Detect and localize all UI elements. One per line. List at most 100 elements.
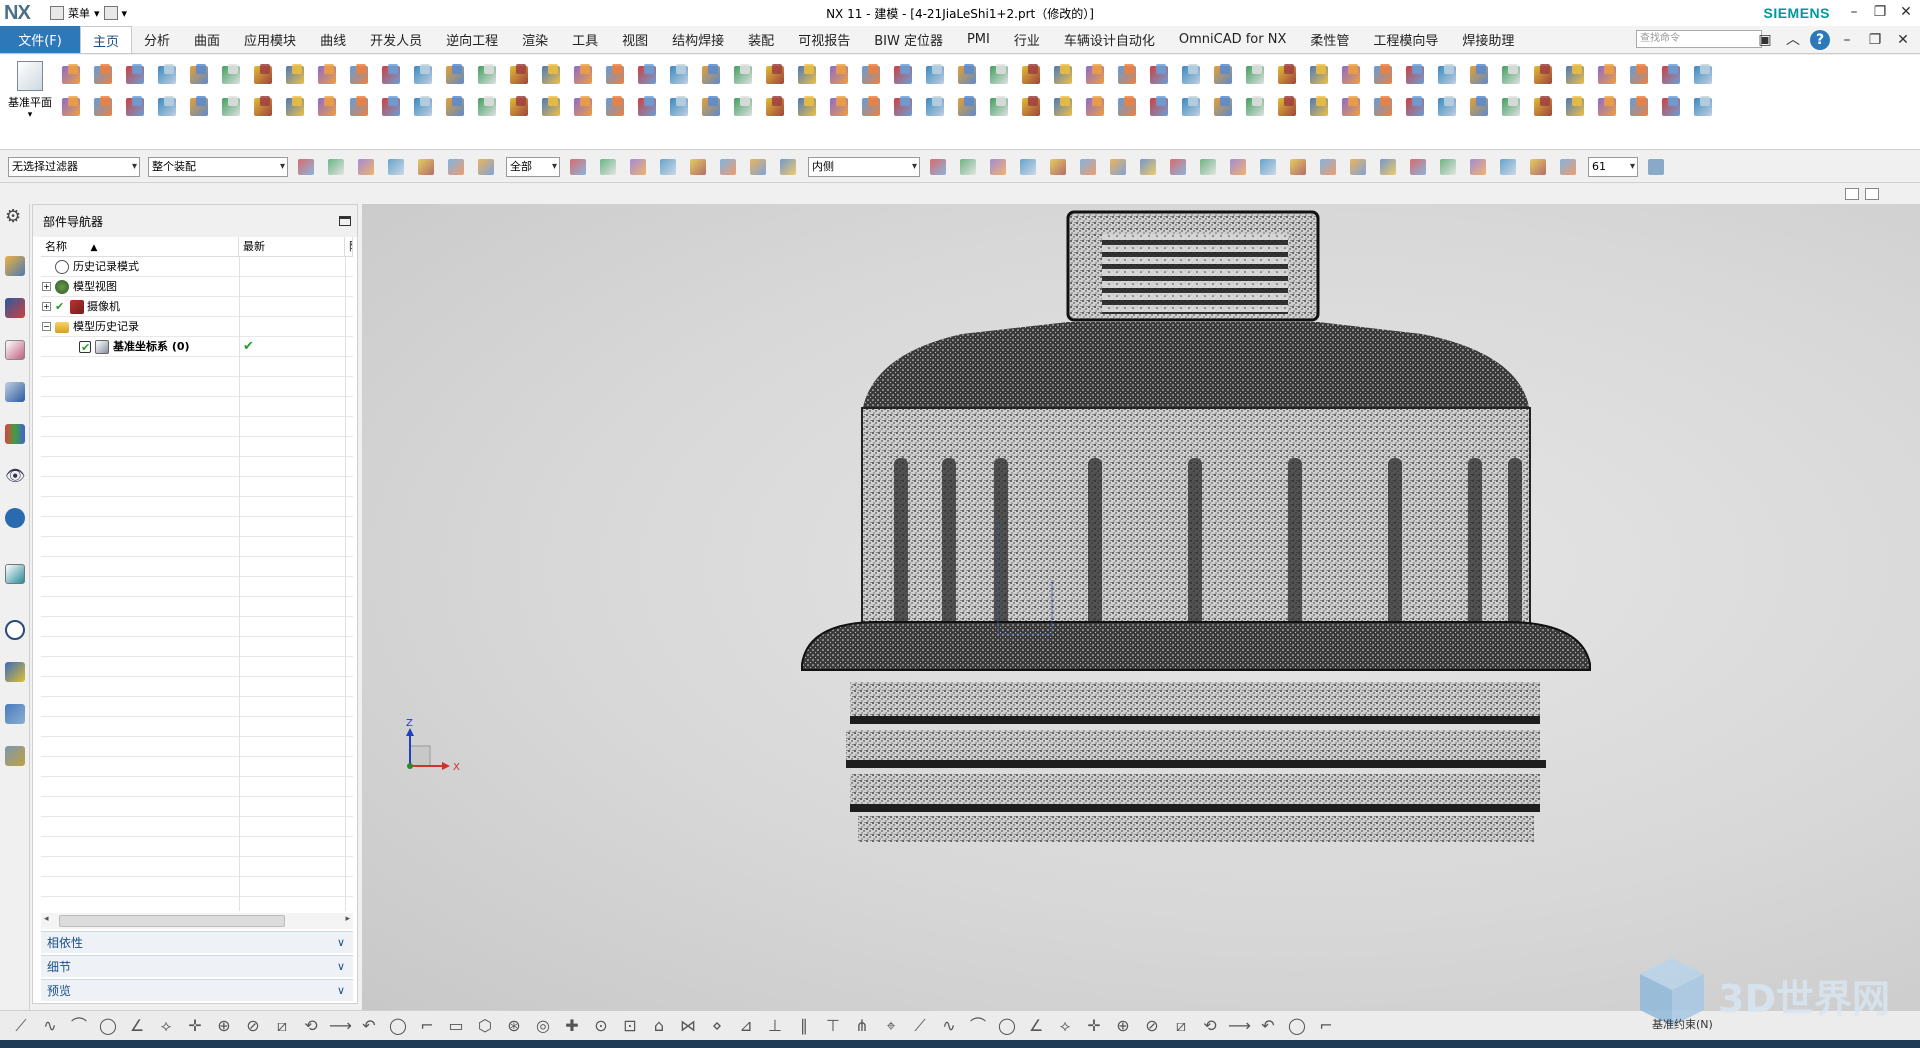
sketch-tool-icon-3[interactable]: ⌒: [68, 1015, 90, 1037]
sketch-tool-icon-10[interactable]: ⧄: [271, 1015, 293, 1037]
ribbon-row2-command-icon-30[interactable]: [986, 94, 1012, 120]
selection-tool-icon-6[interactable]: [444, 155, 468, 179]
sketch-tool-icon-13[interactable]: ↶: [358, 1015, 380, 1037]
ribbon-row1-command-icon-36[interactable]: [1178, 62, 1204, 88]
tree-row-model-views[interactable]: + 模型视图: [41, 277, 353, 297]
sketch-tool-icon-2[interactable]: ∿: [39, 1015, 61, 1037]
ribbon-row2-command-icon-43[interactable]: [1402, 94, 1428, 120]
menu-icon[interactable]: [50, 6, 64, 20]
tree-row-datum-csys[interactable]: ✔ 基准坐标系 (0) ✔: [41, 337, 353, 357]
expand-icon[interactable]: +: [42, 282, 51, 291]
ribbon-row2-command-icon-52[interactable]: [1690, 94, 1716, 120]
tab-7[interactable]: 渲染: [510, 26, 560, 53]
sketch-tool-icon-15[interactable]: ⌐: [416, 1015, 438, 1037]
ribbon-row2-command-icon-33[interactable]: [1082, 94, 1108, 120]
part-navigator-icon[interactable]: [5, 340, 27, 362]
tab-3[interactable]: 应用模块: [232, 26, 308, 53]
ribbon-row2-command-icon-15[interactable]: [506, 94, 532, 120]
ribbon-row1-command-icon-34[interactable]: [1114, 62, 1140, 88]
render-tool-icon-8[interactable]: [1136, 155, 1160, 179]
ribbon-row1-command-icon-49[interactable]: [1594, 62, 1620, 88]
ribbon-row2-command-icon-41[interactable]: [1338, 94, 1364, 120]
column-name[interactable]: 名称 ▲: [41, 237, 239, 256]
ribbon-row1-command-icon-24[interactable]: [794, 62, 820, 88]
ribbon-row1-command-icon-37[interactable]: [1210, 62, 1236, 88]
scroll-left-icon[interactable]: ◂: [44, 914, 49, 924]
sketch-tool-icon-32[interactable]: ⟋: [909, 1015, 931, 1037]
tab-11[interactable]: 装配: [736, 26, 786, 53]
ribbon-row2-command-icon-1[interactable]: [58, 94, 84, 120]
ribbon-row2-command-icon-22[interactable]: [730, 94, 756, 120]
ribbon-row2-command-icon-38[interactable]: [1242, 94, 1268, 120]
ribbon-row1-command-icon-38[interactable]: [1242, 62, 1268, 88]
ribbon-row1-command-icon-29[interactable]: [954, 62, 980, 88]
ribbon-row2-command-icon-10[interactable]: [346, 94, 372, 120]
ribbon-row1-command-icon-28[interactable]: [922, 62, 948, 88]
render-tool-icon-7[interactable]: [1106, 155, 1130, 179]
column-up-to-date[interactable]: 最新: [239, 237, 345, 256]
ribbon-row2-command-icon-2[interactable]: [90, 94, 116, 120]
sketch-tool-icon-8[interactable]: ⊕: [213, 1015, 235, 1037]
tab-14[interactable]: PMI: [955, 26, 1002, 53]
selection-filter-dropdown[interactable]: 无选择过滤器: [8, 156, 140, 177]
snap-tool-icon-4[interactable]: [656, 155, 680, 179]
sketch-tool-icon-23[interactable]: ⌂: [648, 1015, 670, 1037]
sketch-tool-icon-46[interactable]: ⌐: [1315, 1015, 1337, 1037]
tab-4[interactable]: 曲线: [308, 26, 358, 53]
ribbon-row1-command-icon-47[interactable]: [1530, 62, 1556, 88]
reuse-library-icon[interactable]: [5, 382, 27, 404]
render-tool-icon-11[interactable]: [1226, 155, 1250, 179]
sketch-tool-icon-40[interactable]: ⊘: [1141, 1015, 1163, 1037]
tab-16[interactable]: 车辆设计自动化: [1052, 26, 1167, 53]
tab-20[interactable]: 焊接助理: [1450, 26, 1526, 53]
sketch-tool-icon-5[interactable]: ∠: [126, 1015, 148, 1037]
ribbon-row2-command-icon-35[interactable]: [1146, 94, 1172, 120]
close-icon[interactable]: ✕: [1892, 29, 1914, 51]
close-icon[interactable]: ✕: [1896, 2, 1916, 22]
render-tool-icon-16[interactable]: [1376, 155, 1400, 179]
tab-17[interactable]: OmniCAD for NX: [1167, 26, 1299, 53]
ribbon-row1-command-icon-48[interactable]: [1562, 62, 1588, 88]
selection-tool-icon-1[interactable]: [294, 155, 318, 179]
minimize-icon[interactable]: –: [1844, 2, 1864, 22]
ribbon-row1-command-icon-25[interactable]: [826, 62, 852, 88]
ribbon-row1-command-icon-15[interactable]: [506, 62, 532, 88]
sketch-tool-icon-7[interactable]: ✛: [184, 1015, 206, 1037]
render-tool-icon-9[interactable]: [1166, 155, 1190, 179]
ribbon-row1-command-icon-3[interactable]: [122, 62, 148, 88]
system-scenes-icon[interactable]: [5, 746, 27, 768]
selection-scope-dropdown[interactable]: 整个装配: [148, 156, 288, 177]
ribbon-row2-command-icon-9[interactable]: [314, 94, 340, 120]
window-icon[interactable]: ▣: [1754, 29, 1776, 51]
ribbon-row1-command-icon-19[interactable]: [634, 62, 660, 88]
snap-tool-icon-8[interactable]: [776, 155, 800, 179]
scrollbar-thumb[interactable]: [59, 915, 285, 927]
ribbon-row2-command-icon-6[interactable]: [218, 94, 244, 120]
render-tool-icon-12[interactable]: [1256, 155, 1280, 179]
sketch-tool-icon-36[interactable]: ∠: [1025, 1015, 1047, 1037]
ribbon-row1-command-icon-12[interactable]: [410, 62, 436, 88]
ribbon-row2-command-icon-42[interactable]: [1370, 94, 1396, 120]
ribbon-row2-command-icon-27[interactable]: [890, 94, 916, 120]
snap-tool-icon-7[interactable]: [746, 155, 770, 179]
hd3d-tools-icon[interactable]: [5, 424, 27, 446]
ribbon-row2-command-icon-7[interactable]: [250, 94, 276, 120]
restore-icon[interactable]: ❐: [1870, 2, 1890, 22]
tab-2[interactable]: 曲面: [182, 26, 232, 53]
ribbon-row1-command-icon-22[interactable]: [730, 62, 756, 88]
sketch-tool-icon-30[interactable]: ⋔: [851, 1015, 873, 1037]
ribbon-row2-command-icon-29[interactable]: [954, 94, 980, 120]
ribbon-row1-command-icon-40[interactable]: [1306, 62, 1332, 88]
column-attached[interactable]: 附: [345, 237, 353, 256]
ribbon-row2-command-icon-50[interactable]: [1626, 94, 1652, 120]
panel-preview[interactable]: 预览 ∨: [41, 979, 353, 1001]
ribbon-row2-command-icon-13[interactable]: [442, 94, 468, 120]
sketch-tool-icon-42[interactable]: ⟲: [1199, 1015, 1221, 1037]
status-constraint-label[interactable]: 基准约束(N): [1652, 1016, 1713, 1032]
tab-file[interactable]: 文件(F): [0, 26, 80, 53]
gear-icon[interactable]: ⚙: [5, 206, 27, 228]
tab-19[interactable]: 工程模向导: [1361, 26, 1450, 53]
ribbon-row2-command-icon-45[interactable]: [1466, 94, 1492, 120]
view-restore-icon[interactable]: [1845, 188, 1859, 200]
ribbon-row2-command-icon-23[interactable]: [762, 94, 788, 120]
